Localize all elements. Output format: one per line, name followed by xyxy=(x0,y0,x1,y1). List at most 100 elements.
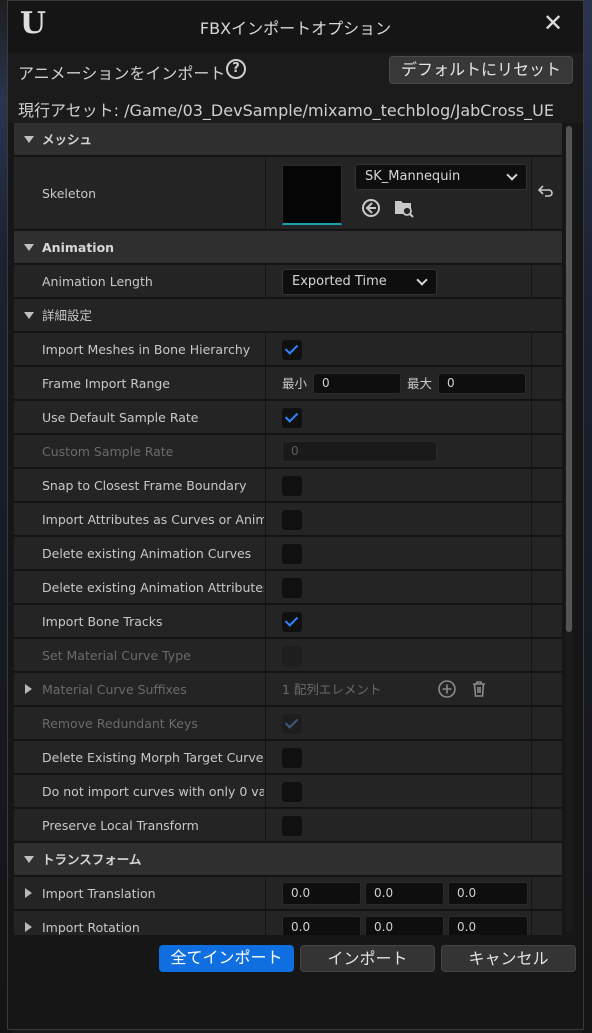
section-title: 詳細設定 xyxy=(42,308,93,323)
zero-curves-checkbox[interactable] xyxy=(282,782,302,802)
current-asset-bar: 現行アセット: /Game/03_DevSample/mixamo_techbl… xyxy=(8,89,583,123)
column-divider xyxy=(531,877,532,909)
rotation-z-input[interactable]: 0.0 xyxy=(448,916,528,935)
delete-attrs-checkbox[interactable] xyxy=(282,578,302,598)
delete-curves-checkbox[interactable] xyxy=(282,544,302,564)
column-divider xyxy=(265,469,266,501)
bone-tracks-label: Import Bone Tracks xyxy=(42,614,163,629)
animation-length-row: Animation Length Exported Time xyxy=(14,265,562,298)
options-scrollbar[interactable] xyxy=(565,126,573,932)
preserve-transform-row: Preserve Local Transform xyxy=(14,809,562,842)
translation-y-input[interactable]: 0.0 xyxy=(365,882,444,905)
trash-icon[interactable] xyxy=(469,679,489,699)
column-divider xyxy=(265,775,266,807)
scrollbar-thumb[interactable] xyxy=(566,126,572,632)
column-divider xyxy=(265,673,266,705)
column-divider xyxy=(265,639,266,671)
collapse-arrow-icon[interactable] xyxy=(24,856,34,863)
import-meshes-label: Import Meshes in Bone Hierarchy xyxy=(42,342,251,357)
frame-range-label: Frame Import Range xyxy=(42,376,170,391)
frame-min-input[interactable]: 0 xyxy=(313,373,401,394)
column-divider xyxy=(531,157,532,229)
column-divider xyxy=(531,435,532,467)
column-divider xyxy=(531,503,532,535)
use-selected-asset-icon[interactable] xyxy=(361,198,381,218)
expand-arrow-icon[interactable] xyxy=(25,888,32,898)
animation-length-label: Animation Length xyxy=(42,274,153,289)
attr-curves-checkbox[interactable] xyxy=(282,510,302,530)
custom-rate-row: Custom Sample Rate 0 xyxy=(14,435,562,468)
preserve-transform-checkbox[interactable] xyxy=(282,816,302,836)
translation-z-input[interactable]: 0.0 xyxy=(448,882,528,905)
chevron-down-icon xyxy=(506,169,518,181)
snap-checkbox[interactable] xyxy=(282,476,302,496)
column-divider xyxy=(265,537,266,569)
column-divider xyxy=(265,911,266,935)
import-type-label: アニメーションをインポート xyxy=(18,64,226,83)
rotation-y-input[interactable]: 0.0 xyxy=(365,916,444,935)
translation-x-input[interactable]: 0.0 xyxy=(282,882,361,905)
add-element-icon[interactable] xyxy=(437,679,457,699)
column-divider xyxy=(265,741,266,773)
cancel-button[interactable]: キャンセル xyxy=(441,945,576,972)
column-divider xyxy=(531,741,532,773)
collapse-arrow-icon[interactable] xyxy=(24,312,34,319)
column-divider xyxy=(265,809,266,841)
bone-tracks-checkbox[interactable] xyxy=(282,612,302,632)
section-transform[interactable]: トランスフォーム xyxy=(14,843,562,876)
skeleton-thumbnail[interactable] xyxy=(282,165,342,225)
material-curve-type-row: Set Material Curve Type xyxy=(14,639,562,672)
section-animation[interactable]: Animation xyxy=(14,231,562,264)
section-advanced[interactable]: 詳細設定 xyxy=(14,299,562,332)
column-divider xyxy=(531,775,532,807)
column-divider xyxy=(531,809,532,841)
collapse-arrow-icon[interactable] xyxy=(24,136,34,143)
delete-morph-checkbox[interactable] xyxy=(282,748,302,768)
import-all-button[interactable]: 全てインポート xyxy=(159,945,294,972)
column-divider xyxy=(531,571,532,603)
options-panel: メッシュ Skeleton SK_Mannequin Animation Ani… xyxy=(14,123,562,935)
frame-max-input[interactable]: 0 xyxy=(438,373,526,394)
browse-asset-icon[interactable] xyxy=(393,198,414,218)
material-curve-type-checkbox xyxy=(282,646,302,666)
collapse-arrow-icon[interactable] xyxy=(24,244,34,251)
column-divider xyxy=(265,605,266,637)
default-rate-row: Use Default Sample Rate xyxy=(14,401,562,434)
material-suffixes-row: Material Curve Suffixes 1 配列エレメント xyxy=(14,673,562,706)
column-divider xyxy=(531,537,532,569)
snap-label: Snap to Closest Frame Boundary xyxy=(42,478,247,493)
max-label: 最大 xyxy=(407,376,433,391)
column-divider xyxy=(531,469,532,501)
column-divider xyxy=(265,333,266,365)
help-icon[interactable]: ? xyxy=(226,59,246,79)
skeleton-row: Skeleton SK_Mannequin xyxy=(14,157,562,230)
section-mesh[interactable]: メッシュ xyxy=(14,123,562,156)
reset-arrow-icon[interactable] xyxy=(536,183,556,203)
redundant-keys-label: Remove Redundant Keys xyxy=(42,716,198,731)
expand-arrow-icon[interactable] xyxy=(25,922,32,932)
skeleton-combo[interactable]: SK_Mannequin xyxy=(355,164,527,190)
animation-length-combo[interactable]: Exported Time xyxy=(282,269,437,295)
section-title: メッシュ xyxy=(42,132,93,147)
import-button[interactable]: インポート xyxy=(300,945,435,972)
default-rate-checkbox[interactable] xyxy=(282,408,302,428)
bone-tracks-row: Import Bone Tracks xyxy=(14,605,562,638)
skeleton-value: SK_Mannequin xyxy=(365,169,461,184)
column-divider xyxy=(265,435,266,467)
expand-arrow-icon[interactable] xyxy=(25,684,32,694)
redundant-keys-row: Remove Redundant Keys xyxy=(14,707,562,740)
column-divider xyxy=(531,401,532,433)
reset-to-default-button[interactable]: デフォルトにリセット xyxy=(389,56,573,84)
column-divider xyxy=(531,673,532,705)
column-divider xyxy=(265,707,266,739)
chevron-down-icon xyxy=(416,274,428,286)
close-icon[interactable]: ✕ xyxy=(541,11,565,35)
frame-range-row: Frame Import Range 最小 0 最大 0 xyxy=(14,367,562,400)
delete-curves-row: Delete existing Animation Curves xyxy=(14,537,562,570)
import-meshes-checkbox[interactable] xyxy=(282,340,302,360)
attr-curves-row: Import Attributes as Curves or Anima... xyxy=(14,503,562,536)
rotation-x-input[interactable]: 0.0 xyxy=(282,916,361,935)
animation-length-value: Exported Time xyxy=(292,274,387,289)
fbx-import-dialog: U FBXインポートオプション ✕ アニメーションをインポート ? デフォルトに… xyxy=(7,0,584,1030)
dialog-title: FBXインポートオプション xyxy=(199,19,392,38)
